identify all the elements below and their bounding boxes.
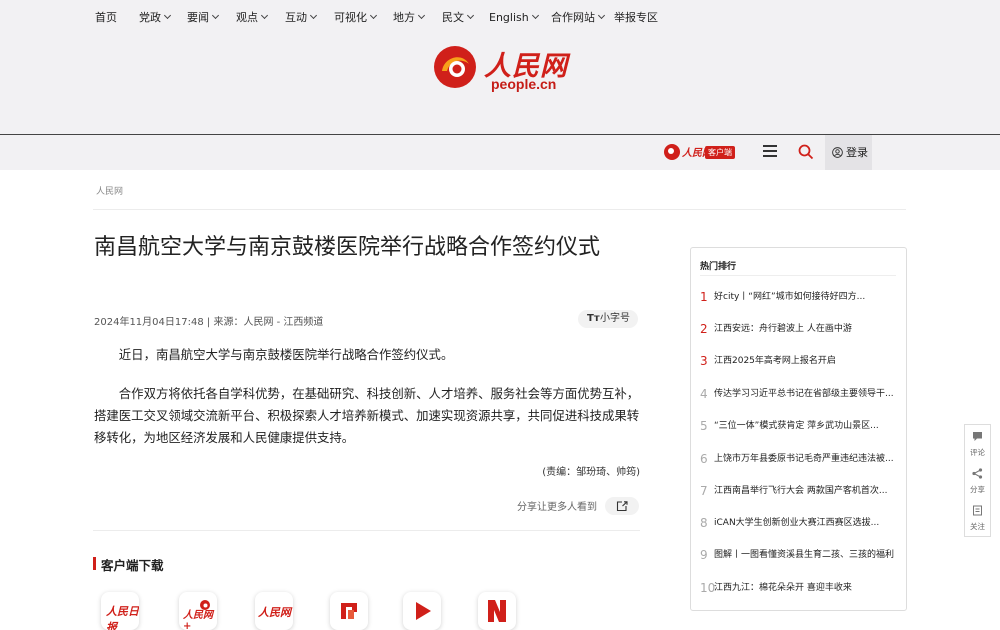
nav-ethnic[interactable]: 民文 [442,0,475,35]
app-people-daily[interactable]: 人民日报 [101,592,139,630]
nav-visual[interactable]: 可视化 [334,0,378,35]
comment-icon [973,432,982,441]
nav-news[interactable]: 要闻 [187,0,220,35]
article-meta: 2024年11月04日17:48 | 来源：人民网 - 江西频道 [94,317,324,328]
breadcrumb[interactable]: 人民网 [96,184,123,197]
chevron-down-icon [309,11,318,20]
editor-credit: (责编：邹玢琦、帅筠) [542,467,640,478]
people-logo[interactable]: 人民网 people.cn [432,42,572,94]
share-prompt: 分享让更多人看到 [517,502,597,513]
page-title: 南昌航空大学与南京鼓楼医院举行战略合作签约仪式 [94,235,601,260]
app-people-cloud[interactable] [330,592,368,630]
nav-english[interactable]: English [489,0,539,35]
app-people-cloud-icon [341,603,357,619]
chevron-down-icon [466,11,475,20]
nav-report[interactable]: 举报专区 [614,0,658,35]
section-marker [93,557,96,570]
hot-item[interactable]: 8 iCAN大学生创新创业大赛江西赛区选拔... [700,515,900,531]
share-side-button[interactable]: 分享 [965,462,990,499]
logo-domain: people.cn [491,76,557,92]
article-paragraph: 近日，南昌航空大学与南京鼓楼医院举行战略合作签约仪式。 [118,347,454,362]
user-icon [832,147,843,158]
play-icon [416,602,431,620]
font-size-toggle[interactable]: Tт 小字号 [578,310,638,328]
app-badge[interactable]: 人民网+ 客户端 [664,143,746,161]
text-size-icon: Tт [587,313,600,324]
downloads-title: 客户端下载 [101,558,164,573]
login-label: 登录 [846,146,868,159]
chevron-down-icon [531,11,539,20]
app-people-plus[interactable]: 人民网+ [179,592,217,630]
chevron-down-icon [211,11,220,20]
side-toolbar: 评论 分享 关注 [964,424,991,537]
divider [700,275,896,276]
hamburger-icon[interactable] [763,145,777,157]
chevron-down-icon [163,11,172,20]
hot-item[interactable]: 6 上饶市万年县委原书记毛奇严重违纪违法被... [700,451,900,467]
divider [93,530,640,531]
chevron-down-icon [597,11,606,20]
app-people-account[interactable] [478,592,516,630]
app-badge-tag: 客户端 [705,146,735,159]
app-people-net[interactable]: 人民网 [255,592,293,630]
app-people-video[interactable] [403,592,441,630]
app-people-account-icon [488,600,506,622]
hot-item[interactable]: 3 江西2025年高考网上报名开启 [700,353,900,369]
chevron-down-icon [417,11,426,20]
hot-item[interactable]: 5 “三位一体”模式获肯定 萍乡武功山景区... [700,418,900,434]
follow-icon [973,505,982,516]
nav-home[interactable]: 首页 [95,0,117,35]
chevron-down-icon [369,11,378,20]
hot-item[interactable]: 4 传达学习习近平总书记在省部级主要领导干... [700,386,900,402]
hot-item[interactable]: 9 图解丨一图看懂资溪县生育二孩、三孩的福利 [700,547,900,563]
nav-party[interactable]: 党政 [139,0,172,35]
comment-button[interactable]: 评论 [965,425,990,462]
article-paragraph: 合作双方将依托各自学科优势，在基础研究、科技创新、人才培养、服务社会等方面优势互… [94,386,640,445]
hot-ranking-title: 热门排行 [700,262,737,272]
chevron-down-icon [260,11,269,20]
hot-item[interactable]: 10江西九江：棉花朵朵开 喜迎丰收来 [700,580,900,596]
external-share-icon [616,501,628,512]
hot-item[interactable]: 7 江西南昌举行飞行大会 两款国产客机首次... [700,483,900,499]
share-icon [972,468,983,479]
follow-button[interactable]: 关注 [965,499,990,536]
hot-item[interactable]: 1 好city丨“网红”城市如何接待好四方... [700,289,900,305]
nav-local[interactable]: 地方 [393,0,426,35]
divider [93,209,906,210]
nav-opinion[interactable]: 观点 [236,0,269,35]
share-button[interactable] [605,497,639,515]
font-size-label: 小字号 [600,313,630,324]
login-button[interactable]: 登录 [825,135,872,170]
app-logo-icon [664,144,680,160]
hot-item[interactable]: 2 江西安远：舟行碧波上 人在画中游 [700,321,900,337]
nav-interact[interactable]: 互动 [285,0,318,35]
nav-partners[interactable]: 合作网站 [551,0,606,35]
search-icon[interactable] [798,144,814,160]
logo-emblem-icon [434,46,476,88]
